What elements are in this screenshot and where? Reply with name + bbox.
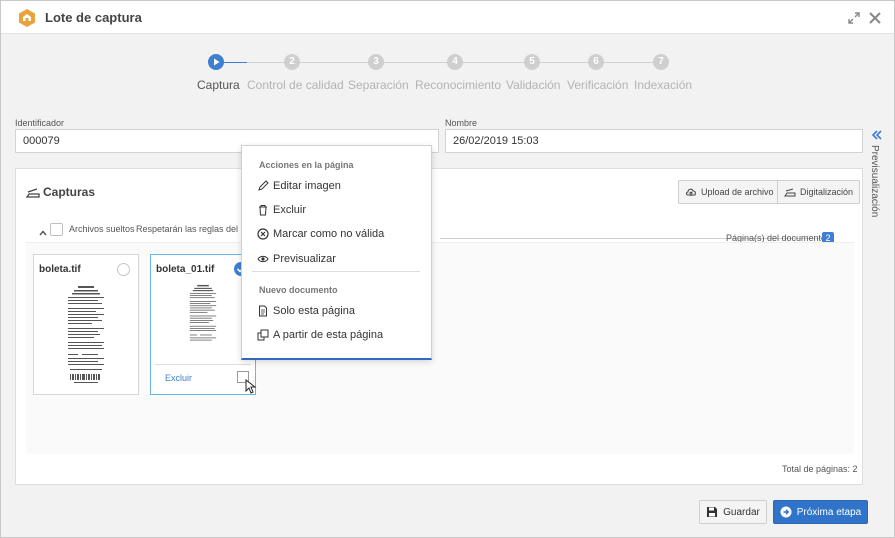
upload-file-label: Upload de archivo: [701, 187, 774, 197]
capture-batch-window: Lote de captura 2 3 4 5 6 7 Captura Cont…: [0, 0, 895, 538]
scanner-icon: [26, 188, 40, 198]
step-3-label[interactable]: Separación: [348, 78, 409, 92]
scan-button[interactable]: Digitalización: [777, 180, 861, 204]
step-6-circle[interactable]: 6: [588, 54, 604, 70]
step-1-circle[interactable]: [208, 54, 224, 70]
next-stage-label: Próxima etapa: [796, 506, 862, 518]
page-card-footer: Excluir: [155, 364, 257, 394]
scanner-icon: [784, 188, 796, 197]
page-card-filename: boleta_01.tif: [156, 264, 215, 275]
captures-panel: Capturas Upload de archivo Digitalizació…: [15, 168, 863, 485]
receipt-thumbnail-icon: [62, 282, 110, 386]
trash-icon: [259, 205, 267, 216]
expand-icon[interactable]: [847, 11, 861, 25]
app-logo-icon: [19, 9, 35, 27]
name-input[interactable]: [445, 129, 863, 153]
only-this-page-menu-item[interactable]: Solo esta página: [257, 303, 355, 319]
preview-side-tab[interactable]: Previsualización: [867, 127, 887, 219]
step-2-label[interactable]: Control de calidad: [247, 78, 344, 92]
double-chevron-left-icon: [871, 130, 882, 140]
cloud-upload-icon: [686, 188, 696, 196]
name-label: Nombre: [445, 118, 478, 128]
close-icon[interactable]: [867, 10, 883, 26]
step-4-circle[interactable]: 4: [447, 54, 463, 70]
upload-file-button[interactable]: Upload de archivo: [678, 180, 781, 204]
step-2-circle[interactable]: 2: [284, 54, 300, 70]
step-4-label[interactable]: Reconocimiento: [415, 78, 501, 92]
page-card-boleta[interactable]: boleta.tif: [33, 254, 139, 395]
mark-invalid-menu-item[interactable]: Marcar como no válida: [257, 226, 384, 242]
step-7-circle[interactable]: 7: [653, 54, 669, 70]
documents-stack-icon: [257, 329, 269, 341]
edit-image-menu-item[interactable]: Editar imagen: [257, 178, 341, 194]
next-stage-button[interactable]: Próxima etapa: [773, 500, 868, 524]
preview-tab-label: Previsualización: [869, 145, 880, 218]
group-select-checkbox[interactable]: [50, 223, 63, 236]
group-note: Respetarán las reglas del lote: [136, 224, 256, 234]
eye-icon: [257, 255, 269, 263]
preview-menu-item[interactable]: Previsualizar: [257, 251, 336, 267]
receipt-thumbnail-icon: [185, 282, 221, 358]
window-title: Lote de captura: [45, 10, 142, 25]
identifier-label: Identificador: [15, 118, 65, 128]
step-6-label[interactable]: Verificación: [567, 78, 628, 92]
arrow-right-circle-icon: [780, 506, 792, 518]
pencil-icon: [258, 180, 269, 191]
delete-page-link[interactable]: Excluir: [165, 373, 192, 383]
step-7-label[interactable]: Indexación: [634, 78, 692, 92]
title-bar: Lote de captura: [1, 1, 894, 34]
delete-menu-item[interactable]: Excluir: [257, 202, 306, 218]
page-context-menu: Acciones en la página Editar imagen Excl…: [241, 145, 432, 360]
total-pages: Total de páginas: 2: [782, 464, 858, 474]
page-select-radio[interactable]: [117, 263, 130, 276]
new-document-section: Nuevo documento: [259, 285, 338, 295]
step-3-circle[interactable]: 3: [368, 54, 384, 70]
menu-divider: [252, 271, 420, 272]
page-actions-section: Acciones en la página: [259, 160, 354, 170]
captures-title: Capturas: [43, 185, 96, 199]
step-1-label[interactable]: Captura: [197, 78, 240, 92]
group-name: Archivos sueltos: [69, 224, 135, 234]
step-5-label[interactable]: Validación: [506, 78, 560, 92]
document-icon: [259, 305, 267, 317]
floppy-disk-icon: [707, 507, 718, 517]
page-card-filename: boleta.tif: [39, 264, 81, 275]
play-icon: [214, 58, 220, 66]
cancel-circle-icon: [257, 228, 269, 240]
chevron-up-icon[interactable]: [39, 229, 47, 237]
save-button[interactable]: Guardar: [699, 500, 767, 524]
mouse-cursor-icon: [245, 379, 257, 394]
save-label: Guardar: [723, 506, 760, 518]
from-this-page-menu-item[interactable]: A partir de esta página: [257, 327, 383, 343]
loose-files-group: Archivos sueltos Respetarán las reglas d…: [36, 223, 842, 244]
step-5-circle[interactable]: 5: [524, 54, 540, 70]
scan-label: Digitalización: [800, 187, 854, 197]
stepper-line-active: [223, 62, 247, 63]
page-thumbnails-area: boleta.tif boleta_01.tif Excluir: [26, 242, 854, 454]
